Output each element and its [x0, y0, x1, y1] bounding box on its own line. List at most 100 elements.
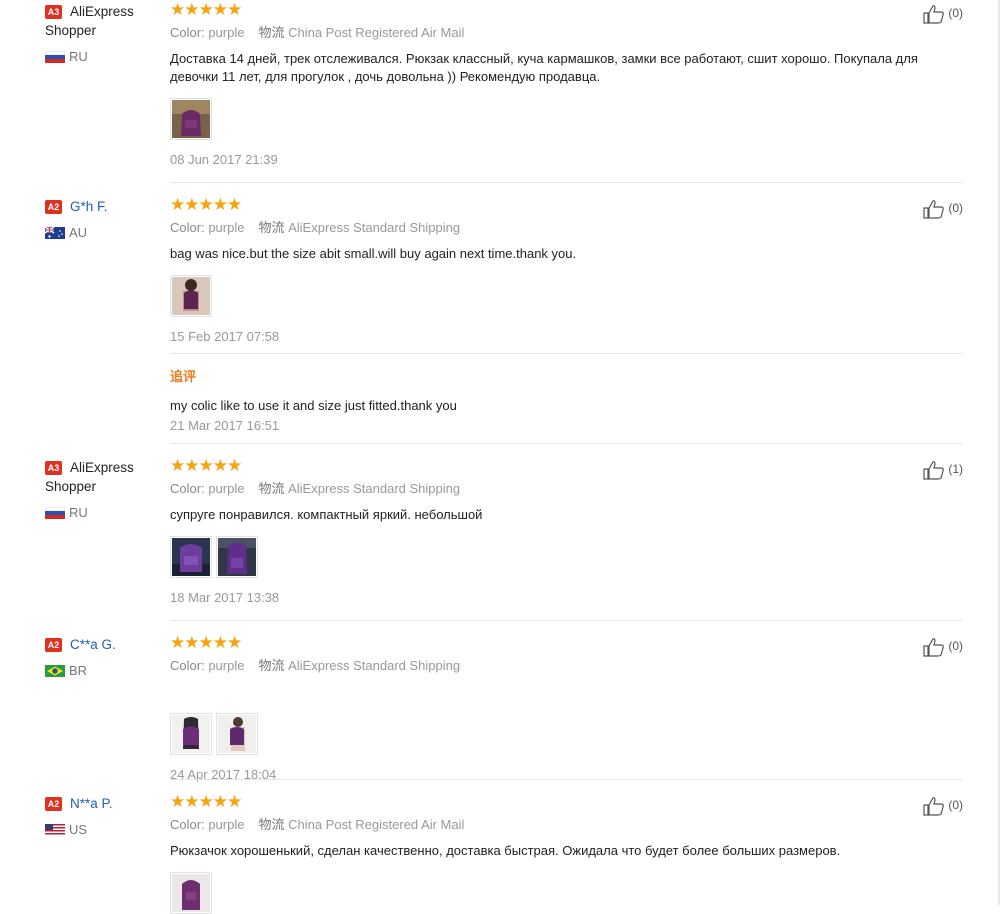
- like-count: (1): [948, 462, 963, 477]
- order-info: Color: purple 物流 AliExpress Standard Ship…: [170, 658, 963, 674]
- usa-flag-icon: [45, 823, 65, 836]
- like-button[interactable]: (1): [923, 460, 963, 480]
- review-content: ★★★★★ Color: purple 物流 China Post Registe…: [170, 0, 963, 167]
- star-icon: ★★★★★: [170, 0, 242, 19]
- review-text: Рюкзачок хорошенький, сделан качественно…: [170, 843, 841, 858]
- country-code: RU: [69, 505, 88, 520]
- review-photo[interactable]: [170, 713, 212, 755]
- reviewer-info: A3 AliExpress Shopper RU: [45, 2, 155, 66]
- followup-date: 21 Mar 2017 16:51: [170, 418, 280, 433]
- star-rating: ★★★★★: [170, 633, 963, 652]
- like-count: (0): [948, 798, 963, 813]
- country-code: RU: [69, 49, 88, 64]
- review-text: bag was nice.but the size abit small.wil…: [170, 246, 577, 261]
- logistics-label: 物流: [258, 481, 285, 496]
- star-icon: ★★★★★: [170, 792, 242, 811]
- order-info: Color: purple 物流 China Post Registered Ai…: [170, 817, 963, 833]
- review-photo[interactable]: [170, 536, 212, 578]
- color-value: purple: [208, 481, 245, 496]
- reviewer-country: AU: [45, 223, 155, 242]
- backpack-photo-thumbnail: [172, 100, 210, 138]
- review-photo[interactable]: [216, 713, 258, 755]
- reviewer-info: A2 G*h F. AU: [45, 197, 155, 242]
- review-divider: [170, 443, 963, 444]
- review-photo[interactable]: [216, 536, 258, 578]
- like-button[interactable]: (0): [923, 4, 963, 24]
- reviewer-name[interactable]: N**a P.: [70, 796, 113, 811]
- star-rating: ★★★★★: [170, 456, 963, 475]
- country-code: AU: [69, 225, 88, 240]
- star-rating: ★★★★★: [170, 0, 963, 19]
- review-photo[interactable]: [170, 275, 212, 317]
- review-text: [170, 683, 960, 701]
- thumbs-up-icon: [923, 5, 945, 24]
- reviewer-info: A3 AliExpress Shopper RU: [45, 458, 155, 522]
- shipping-method: China Post Registered Air Mail: [288, 817, 465, 832]
- color-value: purple: [208, 817, 245, 832]
- reviewer-name[interactable]: C**a G.: [70, 637, 116, 652]
- review-content: ★★★★★ Color: purple 物流 AliExpress Standar…: [170, 195, 963, 344]
- review-content: ★★★★★ Color: purple 物流 China Post Registe…: [170, 792, 963, 914]
- buyer-level-badge: A3: [45, 4, 62, 19]
- review-photos: [170, 713, 963, 755]
- buyer-level-badge: A2: [45, 199, 62, 214]
- shipping-method: China Post Registered Air Mail: [288, 25, 465, 40]
- backpack-photo-thumbnail: [172, 538, 210, 576]
- logistics-label: 物流: [258, 220, 285, 235]
- like-button[interactable]: (0): [923, 637, 963, 657]
- color-value: purple: [208, 25, 245, 40]
- like-count: (0): [948, 6, 963, 21]
- followup-divider: [170, 353, 963, 354]
- review-photo[interactable]: [170, 872, 212, 914]
- review-content: ★★★★★ Color: purple 物流 AliExpress Standar…: [170, 633, 963, 782]
- reviewer-country: RU: [45, 503, 155, 522]
- like-button[interactable]: (0): [923, 199, 963, 219]
- buyer-level-badge: A2: [45, 637, 62, 652]
- country-code: BR: [69, 663, 88, 678]
- order-info: Color: purple 物流 AliExpress Standard Ship…: [170, 220, 963, 236]
- thumbs-up-icon: [923, 638, 945, 657]
- review-photos: [170, 872, 963, 914]
- review-date: 15 Feb 2017 07:58: [170, 329, 280, 344]
- star-icon: ★★★★★: [170, 195, 242, 214]
- logistics-label: 物流: [258, 817, 285, 832]
- like-count: (0): [948, 639, 963, 654]
- backpack-photo-thumbnail: [218, 715, 256, 753]
- review-divider: [170, 182, 963, 183]
- review-date: 08 Jun 2017 21:39: [170, 152, 278, 167]
- buyer-level-badge: A2: [45, 796, 62, 811]
- logistics-label: 物流: [258, 25, 285, 40]
- review-text: супруге понравился. компактный яркий. не…: [170, 507, 483, 522]
- review-photos: [170, 275, 963, 317]
- review-divider: [170, 779, 963, 780]
- backpack-photo-thumbnail: [218, 538, 256, 576]
- russia-flag-icon: [45, 506, 65, 519]
- buyer-level-badge: A3: [45, 460, 62, 475]
- reviewer-name[interactable]: G*h F.: [70, 199, 108, 214]
- reviewer-info: A2 N**a P. US: [45, 794, 155, 839]
- russia-flag-icon: [45, 50, 65, 63]
- australia-flag-icon: [45, 226, 65, 239]
- shipping-method: AliExpress Standard Shipping: [288, 220, 461, 235]
- followup-heading: 追评: [170, 369, 197, 384]
- thumbs-up-icon: [923, 797, 945, 816]
- star-icon: ★★★★★: [170, 633, 242, 652]
- logistics-label: 物流: [258, 658, 285, 673]
- backpack-photo-thumbnail: [172, 874, 210, 912]
- like-button[interactable]: (0): [923, 796, 963, 816]
- review-divider: [170, 620, 963, 621]
- reviewer-country: RU: [45, 47, 155, 66]
- thumbs-up-icon: [923, 200, 945, 219]
- star-icon: ★★★★★: [170, 456, 242, 475]
- review-content: ★★★★★ Color: purple 物流 AliExpress Standar…: [170, 456, 963, 605]
- review-photo[interactable]: [170, 98, 212, 140]
- followup-content: 追评 my colic like to use it and size just…: [170, 366, 963, 433]
- brazil-flag-icon: [45, 664, 65, 677]
- reviewer-country: BR: [45, 661, 155, 680]
- thumbs-up-icon: [923, 461, 945, 480]
- star-rating: ★★★★★: [170, 792, 963, 811]
- review-date: 18 Mar 2017 13:38: [170, 590, 280, 605]
- color-value: purple: [208, 658, 245, 673]
- like-count: (0): [948, 201, 963, 216]
- color-label: Color:: [170, 220, 205, 235]
